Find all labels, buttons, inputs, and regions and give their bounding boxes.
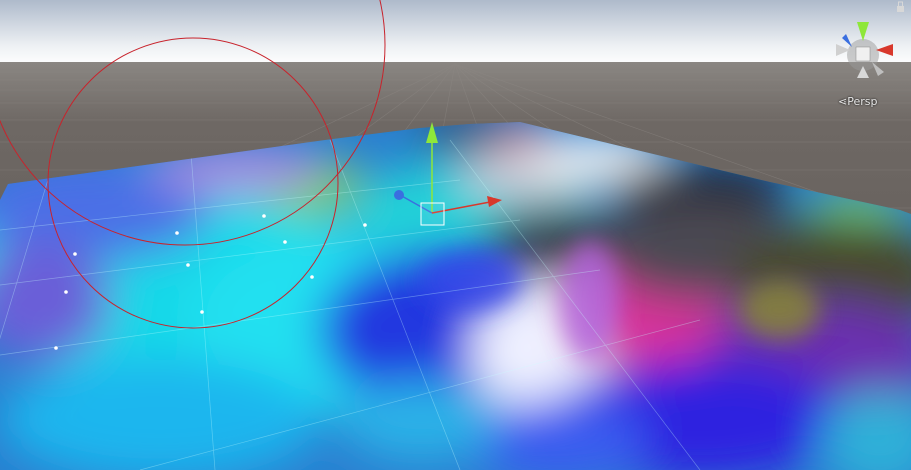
move-plane-handle[interactable] [420,202,445,226]
scene-canvas[interactable] [0,0,911,470]
gizmo-center-cube[interactable] [855,46,871,62]
scene-viewport[interactable]: ⋖Persp [0,0,911,470]
move-z-arrow-icon[interactable] [394,190,404,200]
projection-toggle[interactable]: ⋖Persp [838,95,877,108]
sky [0,0,911,66]
